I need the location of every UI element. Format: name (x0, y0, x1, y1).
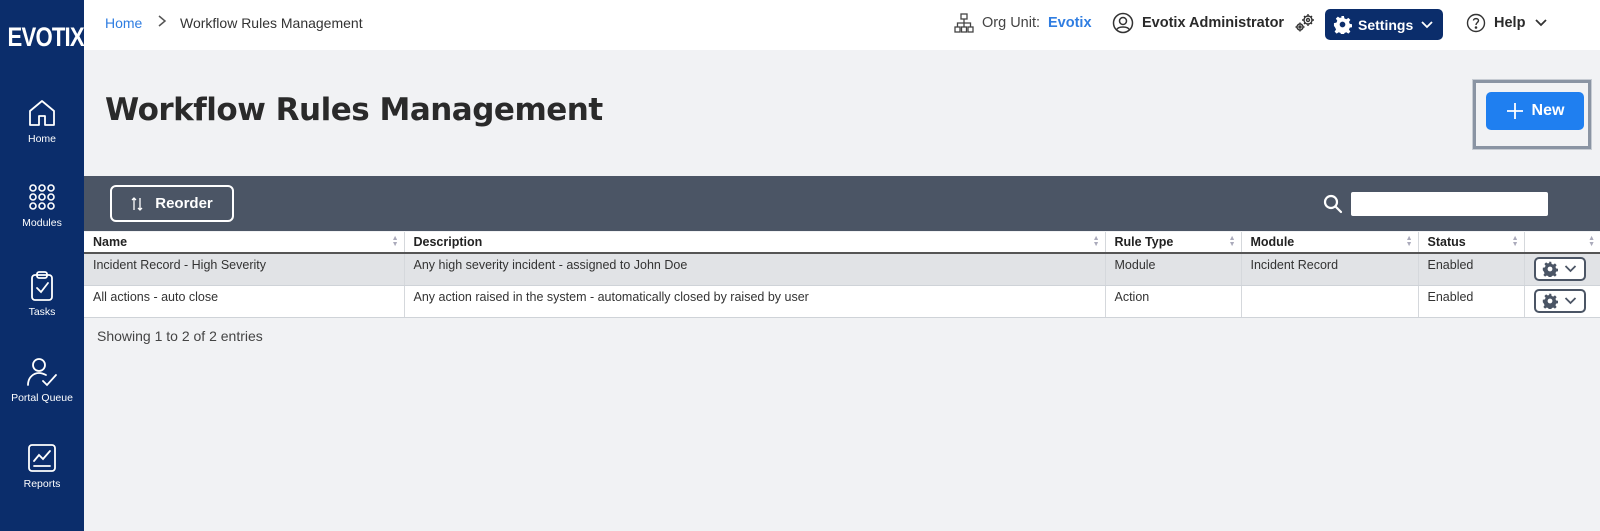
sidebar-item-label: Tasks (28, 306, 56, 318)
column-header-description[interactable]: Description ▲ ▼ (404, 232, 1106, 254)
cell-rule-type: Module (1105, 253, 1242, 286)
column-header-actions[interactable]: ▲ ▼ (1524, 232, 1600, 254)
report-chart-icon (28, 444, 56, 472)
reorder-button[interactable]: Reorder (110, 185, 234, 222)
sort-icon: ▲ ▼ (1092, 235, 1100, 248)
chevron-down-icon (1535, 19, 1548, 27)
workflow-rules-table: Name ▲ ▼ Description ▲ ▼ Rule Type ▲ ▼ Module ▲… (84, 232, 1600, 318)
column-header-label: Rule Type (1114, 235, 1174, 249)
chevron-right-icon (156, 14, 168, 31)
search-input[interactable] (1351, 192, 1548, 216)
settings-button[interactable]: Settings (1325, 9, 1443, 40)
plus-icon (1506, 103, 1523, 119)
settings-label: Settings (1358, 16, 1414, 33)
sidebar-item-label: Modules (22, 217, 62, 229)
gear-icon (1542, 293, 1558, 309)
breadcrumb-current: Workflow Rules Management (180, 15, 363, 31)
sort-arrows-icon (131, 196, 143, 211)
row-actions-button[interactable] (1533, 288, 1586, 313)
person-check-icon (27, 358, 57, 387)
column-header-name[interactable]: Name ▲ ▼ (84, 232, 405, 254)
help-label: Help (1494, 15, 1526, 31)
table-row[interactable]: Incident Record - High Severity Any high… (84, 253, 1600, 286)
column-header-label: Status (1427, 235, 1466, 249)
cell-actions (1524, 285, 1600, 318)
clipboard-check-icon (31, 271, 53, 301)
cell-module: Incident Record (1241, 253, 1419, 286)
column-header-label: Description (413, 235, 483, 249)
sidebar-item-portal-queue[interactable]: Portal Queue (0, 356, 84, 404)
cell-actions (1524, 253, 1600, 286)
chevron-down-icon (1564, 265, 1577, 273)
sort-icon: ▲ ▼ (1588, 235, 1595, 248)
reorder-label: Reorder (155, 195, 213, 212)
home-icon (29, 100, 55, 126)
column-header-label: Module (1250, 235, 1295, 249)
help-circle-icon (1466, 13, 1486, 33)
cell-status: Enabled (1418, 285, 1525, 318)
gear-icon (1333, 15, 1352, 34)
user-menu[interactable]: Evotix Administrator (1112, 12, 1338, 34)
cell-name: All actions - auto close (84, 285, 405, 318)
table-row[interactable]: All actions - auto close Any action rais… (84, 285, 1600, 318)
breadcrumb-home-link[interactable]: Home (105, 15, 142, 31)
sidebar-item-label: Reports (23, 478, 61, 490)
sidebar-item-reports[interactable]: Reports (0, 442, 84, 490)
sidebar: EVOTIX Home Modules Tasks Portal Queue R… (0, 0, 85, 531)
chevron-down-icon (1564, 296, 1577, 304)
sort-icon: ▲ ▼ (1405, 235, 1413, 248)
help-menu[interactable]: Help (1466, 13, 1548, 33)
column-header-label: Name (93, 235, 128, 249)
sidebar-item-label: Home (27, 133, 56, 145)
org-unit-selector[interactable]: Org Unit: Evotix (954, 13, 1092, 33)
cell-status: Enabled (1418, 253, 1525, 286)
evotix-logo: EVOTIX (7, 22, 85, 52)
sidebar-item-home[interactable]: Home (0, 97, 84, 145)
row-actions-button[interactable] (1533, 257, 1586, 281)
cell-description: Any action raised in the system - automa… (404, 285, 1106, 318)
org-tree-icon (954, 13, 974, 33)
sidebar-item-modules[interactable]: Modules (0, 183, 84, 229)
chevron-down-icon (1421, 20, 1433, 28)
cell-module (1241, 285, 1419, 318)
cell-rule-type: Action (1105, 285, 1242, 318)
sidebar-item-tasks[interactable]: Tasks (0, 270, 84, 318)
column-header-module[interactable]: Module ▲ ▼ (1241, 232, 1419, 254)
search-icon (1323, 194, 1343, 214)
org-unit-label: Org Unit: (982, 15, 1041, 31)
modules-grid-icon (29, 184, 55, 210)
cell-description: Any high severity incident - assigned to… (404, 253, 1106, 286)
sidebar-item-label: Portal Queue (11, 392, 73, 404)
sort-icon: ▲ ▼ (391, 235, 399, 248)
column-header-status[interactable]: Status ▲ ▼ (1418, 232, 1525, 254)
top-bar: Home Workflow Rules Management Org Unit:… (84, 0, 1600, 50)
new-button-label: New (1531, 102, 1565, 119)
gears-icon (1295, 14, 1315, 32)
table-toolbar: Reorder (84, 176, 1600, 231)
table-entries-info: Showing 1 to 2 of 2 entries (97, 328, 263, 344)
new-button[interactable]: New (1486, 92, 1584, 130)
gear-icon (1542, 261, 1558, 277)
sort-icon: ▲ ▼ (1228, 235, 1236, 248)
page-title: Workflow Rules Management (105, 92, 603, 128)
user-circle-icon (1112, 12, 1134, 34)
cell-name: Incident Record - High Severity (84, 253, 405, 286)
org-unit-value[interactable]: Evotix (1048, 15, 1092, 31)
user-name: Evotix Administrator (1142, 15, 1285, 31)
column-header-rule-type[interactable]: Rule Type ▲ ▼ (1105, 232, 1242, 254)
sort-icon: ▲ ▼ (1511, 235, 1519, 248)
new-button-focus-ring: New (1473, 80, 1591, 149)
